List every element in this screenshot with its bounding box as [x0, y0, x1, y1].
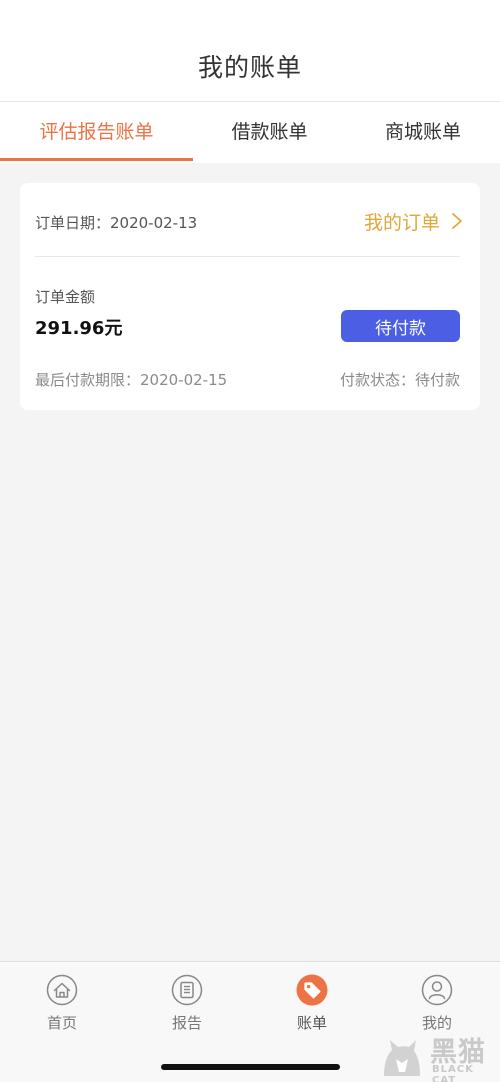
my-orders-label: 我的订单 — [363, 211, 440, 234]
my-orders-link[interactable]: 我的订单 — [364, 206, 464, 236]
tabbar-item-home[interactable]: 首页 — [17, 974, 107, 1033]
payment-deadline: 最后付款期限：2020-02-15 — [35, 371, 228, 389]
active-tab-indicator — [0, 158, 193, 161]
nav-header: 我的账单 — [0, 0, 500, 102]
tabbar-label-report: 报告 — [171, 1014, 202, 1032]
tab-assessment-report-bills[interactable]: 评估报告账单 — [0, 102, 193, 163]
order-amount-value: 291.96元 — [35, 318, 123, 339]
tab-mall-bills[interactable]: 商城账单 — [346, 102, 500, 163]
black-cat-watermark: 黑猫 BLACK CAT — [378, 1030, 494, 1082]
tab-loan-bills[interactable]: 借款账单 — [193, 102, 346, 163]
chevron-right-icon — [452, 213, 462, 229]
home-indicator — [161, 1064, 340, 1070]
bill-tag-icon — [296, 974, 328, 1006]
tabbar-label-home: 首页 — [46, 1014, 77, 1032]
report-icon — [171, 974, 203, 1006]
pending-payment-button[interactable]: 待付款 — [341, 310, 460, 342]
card-divider — [35, 256, 460, 257]
black-cat-logo-icon — [384, 1040, 420, 1076]
page-title: 我的账单 — [197, 53, 302, 82]
tabbar-label-bills: 账单 — [296, 1014, 327, 1032]
order-card: 订单日期：2020-02-13 我的订单 订单金额 291.96元 待付款 最后… — [20, 183, 480, 410]
user-icon — [421, 974, 453, 1006]
order-date: 订单日期：2020-02-13 — [35, 214, 198, 232]
order-amount-label: 订单金额 — [35, 288, 96, 306]
watermark-text-en: BLACK CAT — [432, 1064, 474, 1082]
tabbar-item-bills[interactable]: 账单 — [267, 974, 357, 1033]
payment-status: 付款状态：待付款 — [339, 371, 460, 389]
tabbar-item-mine[interactable]: 我的 — [392, 974, 482, 1033]
bill-tabs: 评估报告账单 借款账单 商城账单 — [0, 102, 500, 163]
home-icon — [46, 974, 78, 1006]
tabbar-item-report[interactable]: 报告 — [142, 974, 232, 1033]
